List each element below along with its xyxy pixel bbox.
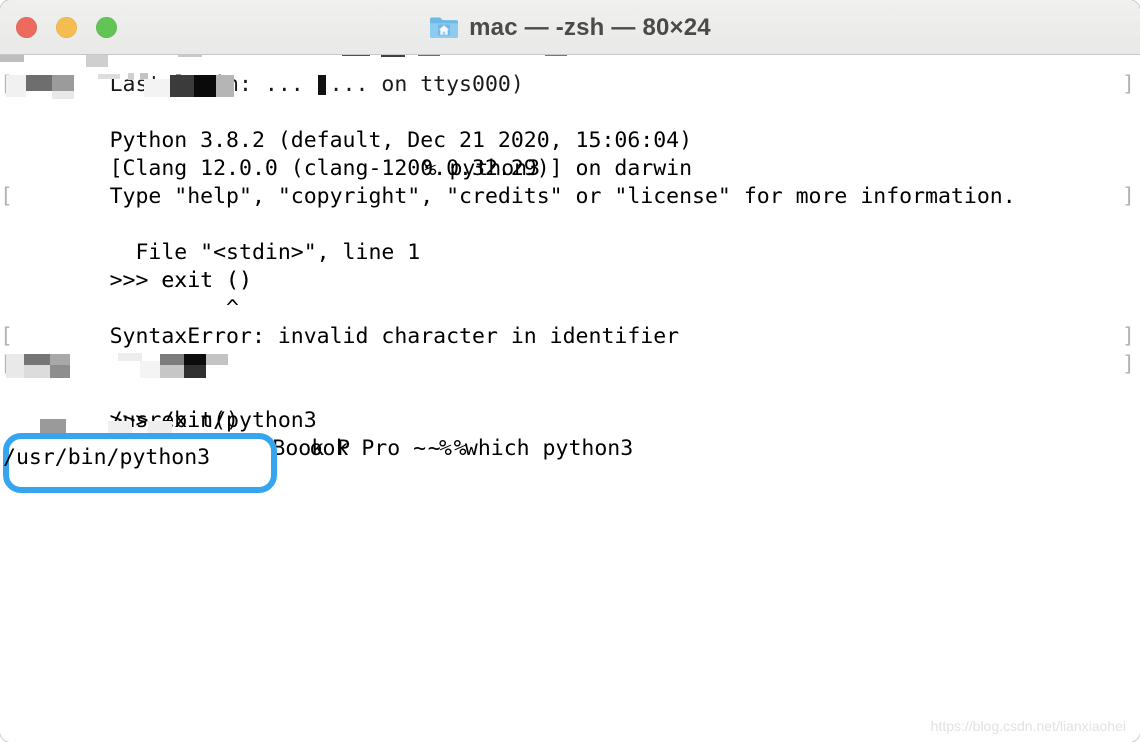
- terminal-line-prompt-active[interactable]: MacBook P ~ %: [0, 407, 1140, 488]
- redaction-mosaic: [0, 55, 24, 62]
- redaction-mosaic: [148, 421, 172, 433]
- redaction-mosaic: [206, 354, 228, 365]
- window-titlebar[interactable]: mac — -zsh — 80×24: [0, 0, 1140, 55]
- redaction-mosaic: [50, 365, 70, 378]
- redaction-mosaic: [50, 354, 70, 365]
- terminal-line-prompt: [ ] ook Pro ~ % which python3: [0, 351, 1140, 461]
- terminal-line: Last login: ... ... on ttys000): [0, 55, 1140, 97]
- redaction-mosaic: [144, 79, 172, 97]
- terminal-line: Type "help", "copyright", "credits" or "…: [0, 155, 1140, 209]
- window-title-group: mac — -zsh — 80×24: [0, 0, 1140, 55]
- prompt-bracket-left: [: [0, 324, 13, 349]
- redaction-mosaic: [418, 55, 442, 56]
- prompt-bracket-right: ]: [1122, 72, 1135, 97]
- redaction-mosaic: [184, 365, 206, 378]
- terminal-line-prompt: [ ] >>> exit (): [0, 183, 1140, 293]
- traffic-lights: [16, 17, 117, 38]
- terminal-line: [Clang 12.0.0 (clang-1200.0.32.29)] on d…: [0, 127, 1140, 181]
- redaction-mosaic: [178, 55, 202, 57]
- terminal-line: SyntaxError: invalid character in identi…: [0, 295, 1140, 349]
- redaction-mosaic: [118, 353, 142, 361]
- terminal-line: exit (): [0, 239, 1140, 293]
- redaction-mosaic: [440, 55, 560, 67]
- prompt-bracket-right: ]: [1122, 184, 1135, 209]
- redaction-mosaic: [6, 354, 24, 378]
- terminal-content[interactable]: Last login: ... ... on ttys000) [ ] % py…: [0, 55, 1140, 742]
- redaction-mosaic: [184, 354, 206, 365]
- redaction-mosaic: [40, 419, 66, 433]
- redaction-mosaic: [160, 365, 184, 378]
- redaction-mosaic: [194, 75, 216, 97]
- redaction-mosaic: [26, 75, 52, 91]
- maximize-button[interactable]: [96, 17, 117, 38]
- terminal-line-caret: ^: [0, 267, 1140, 321]
- redaction-mosaic: [108, 421, 132, 433]
- terminal-line: Python 3.8.2 (default, Dec 21 2020, 15:0…: [0, 99, 1140, 153]
- redaction-mosaic: [216, 75, 234, 97]
- close-button[interactable]: [16, 17, 37, 38]
- window-title: mac — -zsh — 80×24: [469, 13, 711, 41]
- home-folder-icon: [430, 17, 459, 38]
- terminal-line: /usr/bin/python3: [0, 379, 1140, 433]
- prompt-bracket-right: ]: [1122, 352, 1135, 377]
- redaction-mosaic: [342, 55, 370, 56]
- redaction-mosaic: [86, 55, 108, 67]
- redaction-mosaic: [545, 55, 567, 56]
- minimize-button[interactable]: [56, 17, 77, 38]
- redaction-mosaic: [98, 74, 120, 79]
- terminal-line-prompt: [ ] % python3: [0, 71, 1140, 181]
- redaction-mosaic: [170, 75, 194, 97]
- redaction-mosaic: [24, 365, 50, 378]
- redaction-mosaic: [160, 354, 184, 365]
- redaction-mosaic: [6, 75, 26, 97]
- prompt-bracket-right: ]: [1122, 324, 1135, 349]
- prompt-bracket-left: [: [0, 184, 13, 209]
- terminal-line-list: Last login: ... ... on ttys000) [ ] % py…: [0, 55, 1140, 488]
- terminal-line: File "<stdin>", line 1: [0, 211, 1140, 265]
- terminal-window: mac — -zsh — 80×24 Last login: ... ... o…: [0, 0, 1140, 742]
- highlight-annotation-text: /usr/bin/python3: [3, 445, 211, 470]
- redaction-mosaic: [128, 73, 134, 80]
- redaction-mosaic: [381, 55, 405, 57]
- terminal-line-prompt: [ ] >>> exit(): [0, 323, 1140, 433]
- redaction-mosaic: [24, 354, 50, 365]
- watermark: https://blog.csdn.net/lianxiaohei: [930, 718, 1126, 734]
- redaction-mosaic: [52, 91, 74, 99]
- redaction-mosaic: [318, 75, 326, 95]
